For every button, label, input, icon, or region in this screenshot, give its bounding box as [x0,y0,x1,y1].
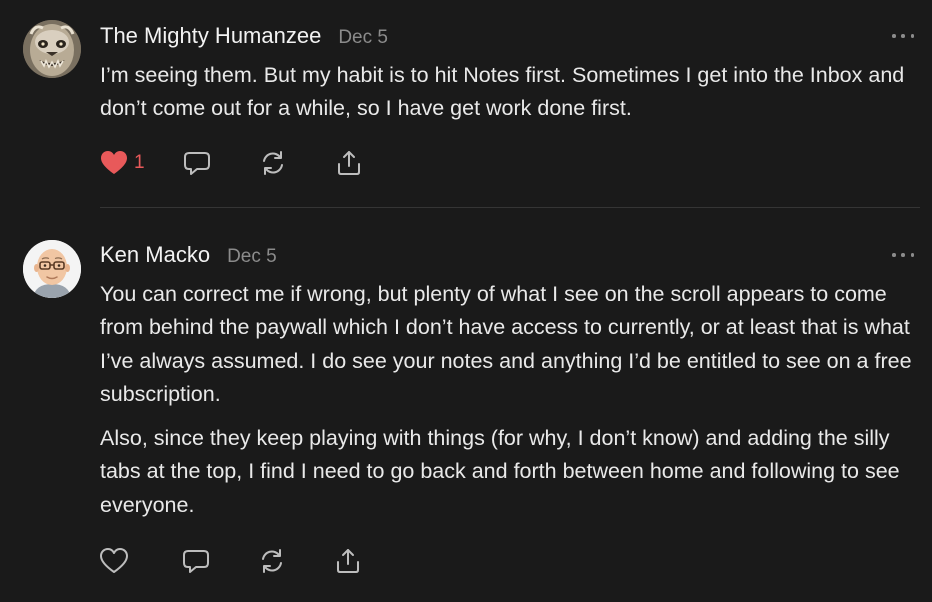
restack-button[interactable] [258,547,286,575]
bald-man-glasses-avatar [23,240,81,298]
comment-date[interactable]: Dec 5 [338,27,388,49]
comment-header: The Mighty Humanzee Dec 5 [100,23,920,53]
comment-date[interactable]: Dec 5 [227,246,277,268]
comment: The Mighty Humanzee Dec 5 I’m seeing the… [0,0,932,206]
avatar[interactable] [23,240,81,298]
heart-icon [100,548,128,573]
comment-body: You can correct me if wrong, but plenty … [100,278,920,522]
comment-paragraph: You can correct me if wrong, but plenty … [100,282,912,406]
comment-actions [100,546,362,576]
author-name[interactable]: Ken Macko [100,242,210,268]
comment: Ken Macko Dec 5 You can correct me if wr… [0,208,932,602]
comment-header: Ken Macko Dec 5 [100,242,920,272]
reply-button[interactable] [182,547,210,575]
comment-body: I’m seeing them. But my habit is to hit … [100,59,920,126]
like-button[interactable] [100,548,134,574]
like-count: 1 [134,152,145,173]
chat-bubble-icon [183,550,209,573]
restack-button[interactable] [259,149,287,177]
like-button[interactable]: 1 [100,150,145,176]
share-icon [337,151,360,175]
comment-paragraph: Also, since they keep playing with thing… [100,426,900,517]
share-icon [337,549,359,573]
author-name[interactable]: The Mighty Humanzee [100,23,321,49]
share-button[interactable] [334,547,362,575]
restack-icon [262,151,283,175]
comment-paragraph: I’m seeing them. But my habit is to hit … [100,63,905,121]
reply-button[interactable] [183,149,211,177]
restack-icon [262,549,282,573]
comment-actions: 1 [100,148,363,178]
share-button[interactable] [335,149,363,177]
avatar[interactable] [23,20,81,78]
wolf-portrait-avatar [23,20,81,78]
chat-bubble-icon [183,152,210,175]
heart-icon [101,151,127,174]
